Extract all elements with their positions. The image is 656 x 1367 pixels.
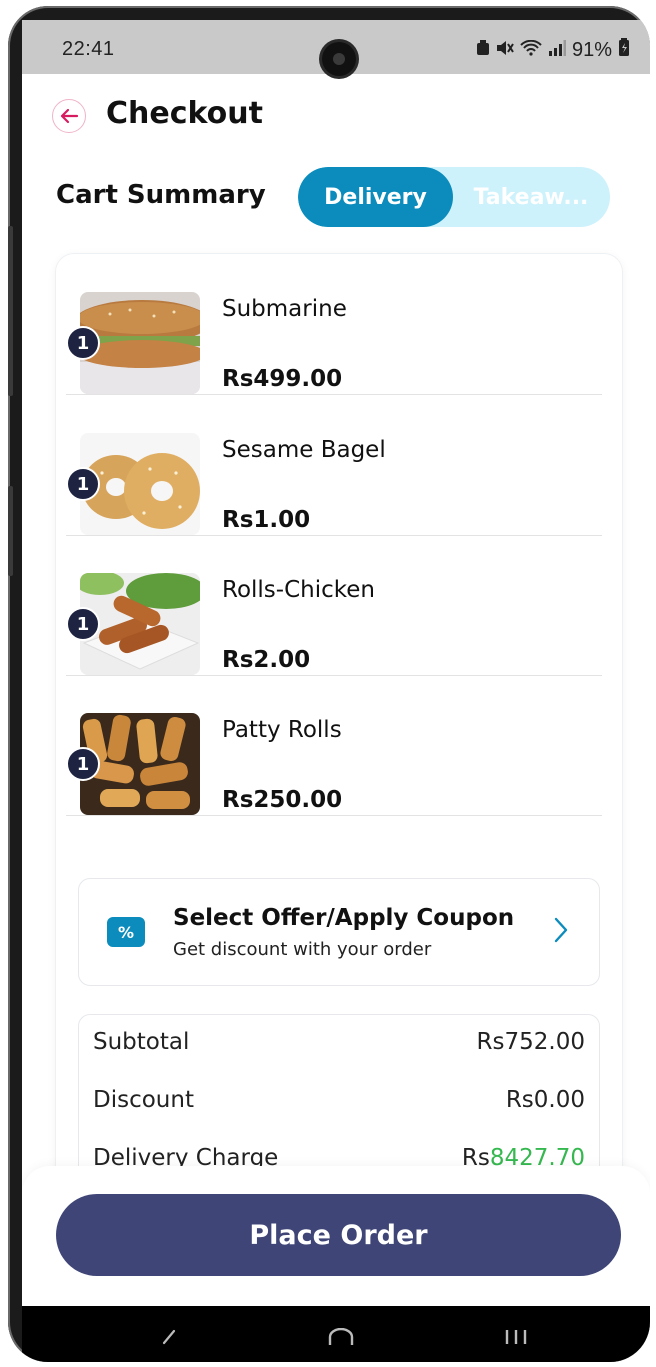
item-name: Patty Rolls: [222, 717, 342, 743]
item-price: Rs2.00: [222, 647, 311, 673]
quantity-badge: 1: [66, 607, 100, 641]
chevron-right-icon: [554, 917, 568, 943]
coupon-subtitle: Get discount with your order: [173, 939, 432, 960]
back-button[interactable]: [52, 99, 86, 133]
wifi-icon: [520, 39, 542, 62]
subtotal-row: Subtotal Rs752.00: [93, 1029, 585, 1059]
cart-item[interactable]: 1 Submarine Rs499.00: [66, 254, 602, 395]
checkout-footer: Place Order: [22, 1166, 650, 1306]
nav-back-icon[interactable]: [160, 1328, 178, 1346]
item-name: Submarine: [222, 296, 347, 322]
toggle-takeaway[interactable]: Takeaw...: [456, 167, 606, 227]
power-button: [8, 486, 13, 576]
signal-icon: [548, 39, 566, 62]
coupon-title: Select Offer/Apply Coupon: [173, 905, 515, 931]
coupon-selector[interactable]: % Select Offer/Apply Coupon Get discount…: [78, 878, 600, 986]
phone-frame: 22:41 91% Checkout Cart Summary Delivery…: [8, 6, 650, 1362]
item-price: Rs499.00: [222, 366, 343, 392]
cart-summary-heading: Cart Summary: [56, 180, 266, 210]
page-title: Checkout: [106, 96, 263, 131]
discount-label: Discount: [93, 1087, 194, 1113]
quantity-badge: 1: [66, 747, 100, 781]
discount-row: Discount Rs0.00: [93, 1087, 585, 1117]
toggle-delivery[interactable]: Delivery: [298, 167, 453, 227]
quantity-badge: 1: [66, 467, 100, 501]
coupon-icon: %: [107, 917, 145, 947]
item-price: Rs250.00: [222, 787, 343, 813]
notification-icon: [476, 39, 490, 62]
subtotal-label: Subtotal: [93, 1029, 190, 1055]
front-camera: [322, 42, 356, 76]
system-nav-bar: [22, 1306, 650, 1362]
cart-item[interactable]: 1 Patty Rolls Rs250.00: [66, 675, 602, 816]
discount-value: Rs0.00: [505, 1087, 585, 1113]
subtotal-value: Rs752.00: [476, 1029, 585, 1055]
battery-text: 91%: [571, 38, 612, 61]
arrow-left-icon: [60, 108, 79, 124]
nav-recents-icon[interactable]: [504, 1328, 528, 1346]
item-name: Rolls-Chicken: [222, 577, 375, 603]
status-icons: 91%: [476, 38, 630, 62]
quantity-badge: 1: [66, 326, 100, 360]
cart-card: 1 Submarine Rs499.00 1 Sesame Bagel Rs1.…: [56, 254, 622, 1254]
nav-home-icon[interactable]: [328, 1328, 354, 1346]
battery-icon: [618, 38, 630, 62]
item-price: Rs1.00: [222, 507, 311, 533]
status-time: 22:41: [62, 38, 115, 60]
place-order-button[interactable]: Place Order: [56, 1194, 621, 1276]
cart-item[interactable]: 1 Rolls-Chicken Rs2.00: [66, 535, 602, 676]
screen: 22:41 91% Checkout Cart Summary Delivery…: [22, 20, 650, 1362]
volume-button: [8, 226, 13, 396]
mute-icon: [496, 39, 514, 62]
cart-item[interactable]: 1 Sesame Bagel Rs1.00: [66, 395, 602, 536]
order-mode-toggle: Delivery Takeaw...: [298, 167, 610, 227]
status-bar: 22:41 91%: [22, 20, 650, 76]
item-name: Sesame Bagel: [222, 437, 386, 463]
